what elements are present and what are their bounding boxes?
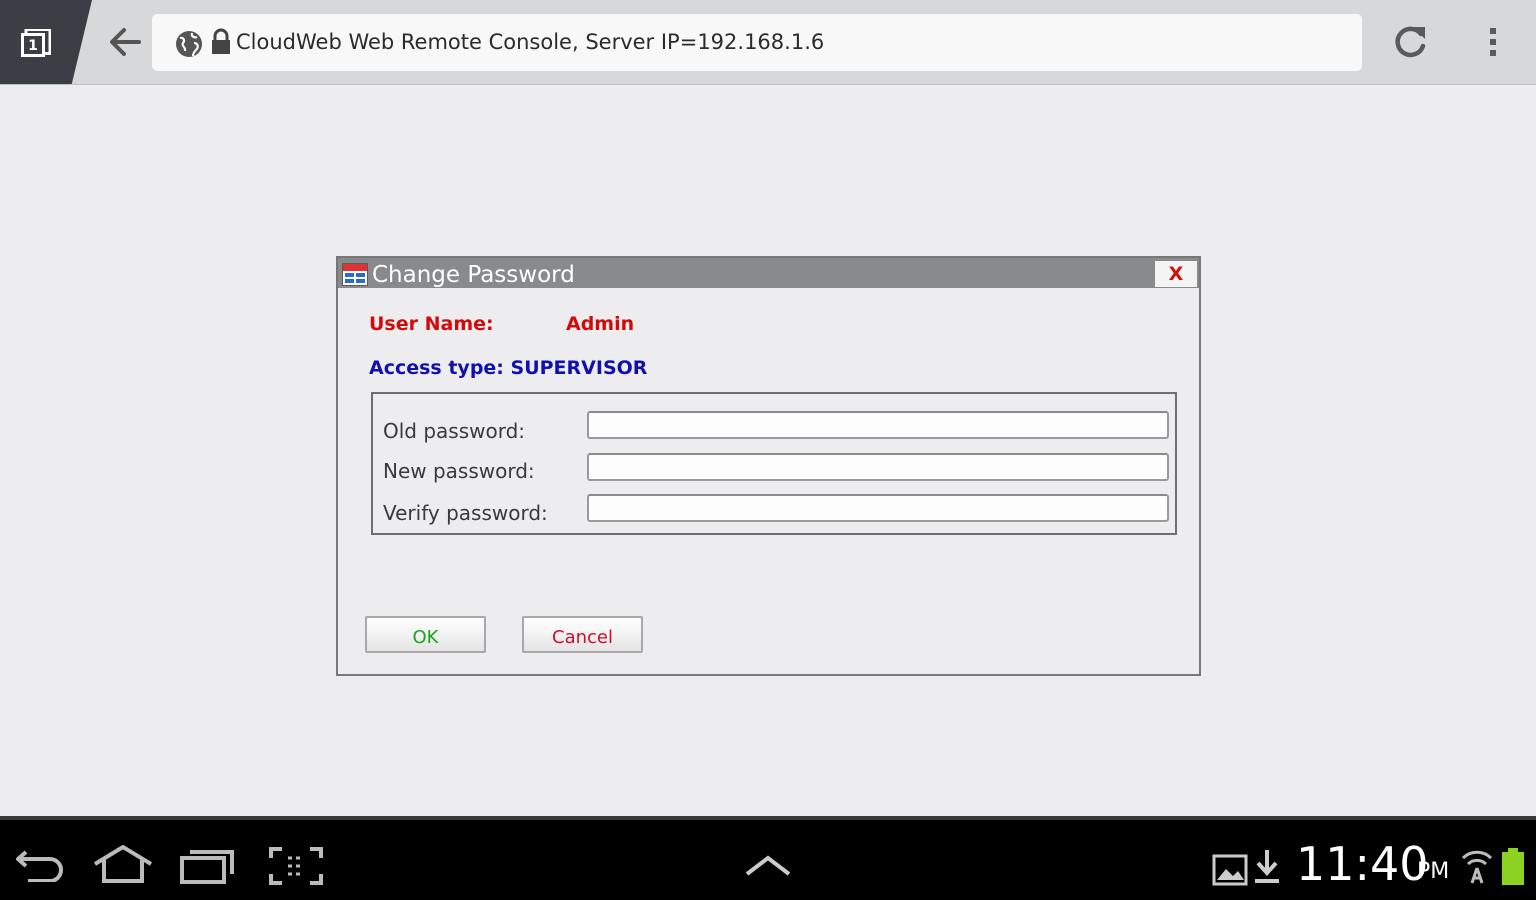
- browser-toolbar: 1 CloudWeb Web Remote Console, Server IP…: [0, 0, 1536, 85]
- ok-button[interactable]: OK: [365, 616, 486, 653]
- verify-password-label: Verify password:: [383, 501, 548, 525]
- wifi-icon: [1460, 846, 1494, 890]
- back-button[interactable]: [101, 18, 149, 66]
- recent-apps-icon[interactable]: [180, 846, 236, 888]
- overflow-menu-button[interactable]: [1478, 20, 1508, 64]
- download-notification-icon: [1252, 848, 1282, 890]
- cancel-button[interactable]: Cancel: [522, 616, 643, 653]
- more-vertical-icon: [1490, 28, 1496, 56]
- user-name-value: Admin: [566, 313, 635, 335]
- verify-password-field[interactable]: [587, 494, 1169, 522]
- old-password-field[interactable]: [587, 411, 1169, 439]
- app-icon: [342, 263, 368, 286]
- access-type-label: Access type: SUPERVISOR: [369, 357, 648, 379]
- reload-icon: [1395, 26, 1426, 58]
- new-password-field[interactable]: [587, 453, 1169, 481]
- system-bar-divider: [0, 816, 1536, 820]
- screenshot-icon[interactable]: [268, 846, 324, 890]
- user-name-label: User Name:: [369, 313, 494, 335]
- home-nav-icon[interactable]: [92, 844, 154, 888]
- back-nav-icon[interactable]: [14, 846, 66, 886]
- status-clock: 11:40: [1296, 837, 1429, 891]
- new-password-label: New password:: [383, 459, 535, 483]
- tabs-icon: 1: [21, 28, 52, 57]
- dialog-title: Change Password: [372, 262, 575, 288]
- url-text: CloudWeb Web Remote Console, Server IP=1…: [236, 30, 825, 54]
- system-navigation-bar: 11:40 PM: [0, 816, 1536, 900]
- reload-button[interactable]: [1387, 19, 1433, 65]
- lock-icon: [210, 28, 232, 56]
- tab-switcher-button[interactable]: 1: [0, 0, 92, 84]
- change-password-dialog: Change Password X User Name: Admin Acces…: [336, 256, 1201, 676]
- tab-count: 1: [28, 38, 38, 54]
- arrow-left-icon: [110, 28, 141, 56]
- status-ampm: PM: [1417, 859, 1450, 884]
- globe-icon: [174, 29, 204, 59]
- battery-icon: [1500, 848, 1526, 890]
- dialog-close-button[interactable]: X: [1155, 261, 1197, 287]
- address-bar[interactable]: CloudWeb Web Remote Console, Server IP=1…: [152, 14, 1362, 71]
- dialog-titlebar: Change Password X: [338, 258, 1199, 288]
- gallery-notification-icon: [1212, 852, 1248, 890]
- old-password-label: Old password:: [383, 419, 526, 443]
- password-fields-group: Old password: New password: Verify passw…: [371, 392, 1177, 535]
- chevron-up-icon[interactable]: [744, 854, 792, 882]
